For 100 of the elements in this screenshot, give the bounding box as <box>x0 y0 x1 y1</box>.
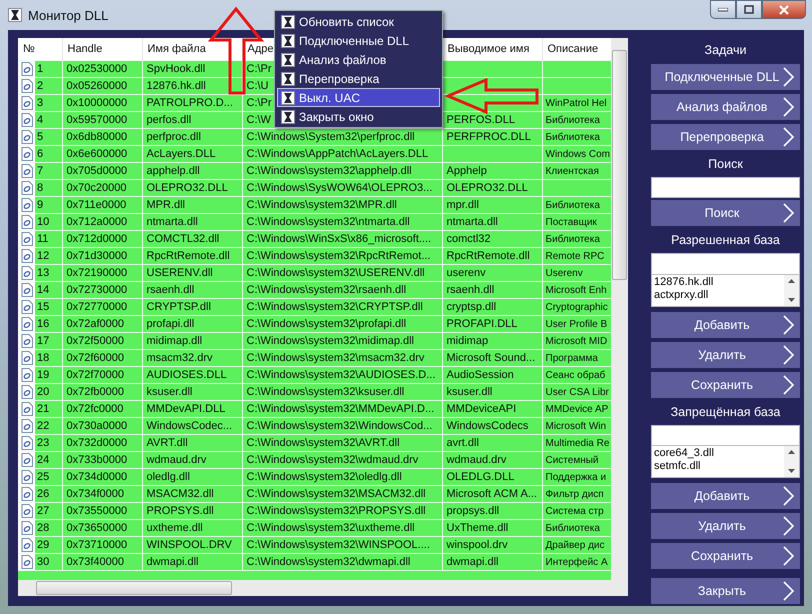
panel-button[interactable]: Добавить <box>651 483 800 510</box>
table-cell: 0x72730000 <box>62 282 142 298</box>
maximize-button[interactable] <box>736 0 762 19</box>
table-cell: C:\Windows\system32\msacm32.drv <box>242 350 442 366</box>
list-item[interactable]: 12876.hk.dll <box>654 276 784 289</box>
panel-button[interactable]: Добавить <box>651 312 800 338</box>
table-cell: 0x730a0000 <box>62 418 142 434</box>
table-cell: 0x72f50000 <box>62 332 142 350</box>
menu-item[interactable]: Обновить список <box>277 12 440 31</box>
table-cell: AVRT.dll <box>142 434 242 452</box>
row-number: 4 <box>37 114 44 126</box>
table-cell: PATROLPRO.D... <box>142 94 242 112</box>
table-cell: mpr.dll <box>442 196 542 214</box>
row-number: 25 <box>37 471 50 483</box>
table-cell: C:\Windows\system32\RpcRtRemot... <box>242 248 442 264</box>
table-cell: C:\Windows\system32\ksuser.dll <box>242 384 442 400</box>
chevron-icon <box>783 314 794 335</box>
list-item[interactable]: core64_3.dll <box>654 447 784 460</box>
app-icon <box>281 110 295 124</box>
scroll-down-icon[interactable] <box>788 469 795 474</box>
list-box[interactable]: 12876.hk.dll actxprxy.dll <box>651 274 800 307</box>
table-cell: WindowsCodecs <box>442 418 542 434</box>
table-cell: C:\Windows\System32\perfproc.dll <box>242 128 442 146</box>
panel-button[interactable]: Сохранить <box>651 372 800 398</box>
table-cell: C:\Windows\system32\ntmarta.dll <box>242 214 442 230</box>
minimize-button[interactable] <box>710 0 736 19</box>
list-item[interactable]: setmfc.dll <box>654 460 784 474</box>
panel-button[interactable]: Подключенные DLL <box>651 64 800 90</box>
table-cell: 0x72770000 <box>62 298 142 316</box>
maximize-icon <box>744 5 754 14</box>
scroll-up-icon[interactable] <box>788 278 795 283</box>
table-cell: C:\Windows\system32\MMDevAPI.D... <box>242 400 442 418</box>
file-icon <box>20 334 32 348</box>
row-number: 14 <box>37 284 50 296</box>
table-cell: USERENV.dll <box>142 264 242 282</box>
table-cell: PERFOS.DLL <box>442 112 542 128</box>
file-icon <box>20 470 32 484</box>
table-cell: 0x711e0000 <box>62 196 142 214</box>
table-cell: uxtheme.dll <box>142 520 242 536</box>
close-button[interactable] <box>762 0 806 19</box>
section-heading: Поиск <box>707 156 744 174</box>
table-cell: rsaenh.dll <box>142 282 242 298</box>
panel-button[interactable]: Поиск <box>651 200 800 226</box>
close-icon <box>778 4 790 14</box>
chevron-icon <box>783 344 794 365</box>
column-header[interactable]: Выводимое имя <box>442 38 542 60</box>
table-cell: Библиотека <box>542 520 611 536</box>
column-header[interactable]: Handle <box>62 38 142 60</box>
table-cell: 0x72f70000 <box>62 366 142 384</box>
menu-item[interactable]: Выкл. UAC <box>277 88 440 107</box>
row-number: 12 <box>37 250 50 262</box>
panel-button[interactable]: Удалить <box>651 513 800 540</box>
panel-button[interactable]: Сохранить <box>651 543 800 570</box>
table-cell: profapi.dll <box>142 316 242 332</box>
table-cell: oledlg.dll <box>142 468 242 486</box>
table-cell: SpvHook.dll <box>142 60 242 78</box>
row-number: 20 <box>37 386 50 398</box>
row-number: 27 <box>37 505 50 517</box>
vertical-scrollbar[interactable] <box>611 38 628 580</box>
scroll-up-icon[interactable] <box>788 450 795 454</box>
table-cell: propsys.dll <box>442 502 542 520</box>
input-field[interactable] <box>651 424 800 446</box>
panel-button[interactable]: Перепроверка <box>651 124 800 150</box>
column-header[interactable]: Описание <box>542 38 611 60</box>
horizontal-scrollbar[interactable] <box>18 580 628 596</box>
input-field[interactable] <box>651 253 800 275</box>
chevron-icon <box>783 67 794 88</box>
table-cell: 0x10000000 <box>62 94 142 112</box>
column-header[interactable]: № <box>18 38 62 60</box>
panel-button[interactable]: Анализ файлов <box>651 94 800 120</box>
table-cell: midimap <box>442 332 542 350</box>
table-cell: 0x70c20000 <box>62 180 142 196</box>
table-cell: 0x02530000 <box>62 60 142 78</box>
table-cell: 0x6db80000 <box>62 128 142 146</box>
table-cell: RpcRtRemote.dll <box>442 248 542 264</box>
table-cell: Библиотека <box>542 112 611 128</box>
panel-button[interactable]: Закрыть <box>651 578 800 604</box>
table-cell: C:\Windows\system32\USERENV.dll <box>242 264 442 282</box>
table-cell: User Profile B <box>542 316 611 332</box>
table-cell: Поставщик <box>542 214 611 230</box>
table-cell: 0x73f40000 <box>62 554 142 570</box>
file-icon <box>20 181 32 195</box>
menu-item[interactable]: Подключенные DLL <box>277 31 440 50</box>
table-cell: PROFAPI.DLL <box>442 316 542 332</box>
chevron-icon <box>783 516 794 536</box>
list-box[interactable]: core64_3.dll setmfc.dll <box>651 446 800 478</box>
table-cell: Windows Com <box>542 146 611 162</box>
scroll-down-icon[interactable] <box>788 298 795 302</box>
table-cell: CRYPTSP.dll <box>142 298 242 316</box>
panel-button[interactable]: Удалить <box>651 342 800 368</box>
table-cell: 0x705d0000 <box>62 162 142 180</box>
table-cell: C:\Windows\system32\MSACM32.dll <box>242 486 442 502</box>
table-cell: Поддержка и <box>542 468 611 486</box>
table-cell: C:\Windows\system32\WINSPOOL.... <box>242 536 442 554</box>
file-icon <box>20 385 32 399</box>
input-field[interactable] <box>651 177 800 198</box>
list-item[interactable]: actxprxy.dll <box>654 288 784 302</box>
row-number: 16 <box>37 318 50 330</box>
row-number: 9 <box>37 199 44 211</box>
table-cell: 0x72fb0000 <box>62 384 142 400</box>
